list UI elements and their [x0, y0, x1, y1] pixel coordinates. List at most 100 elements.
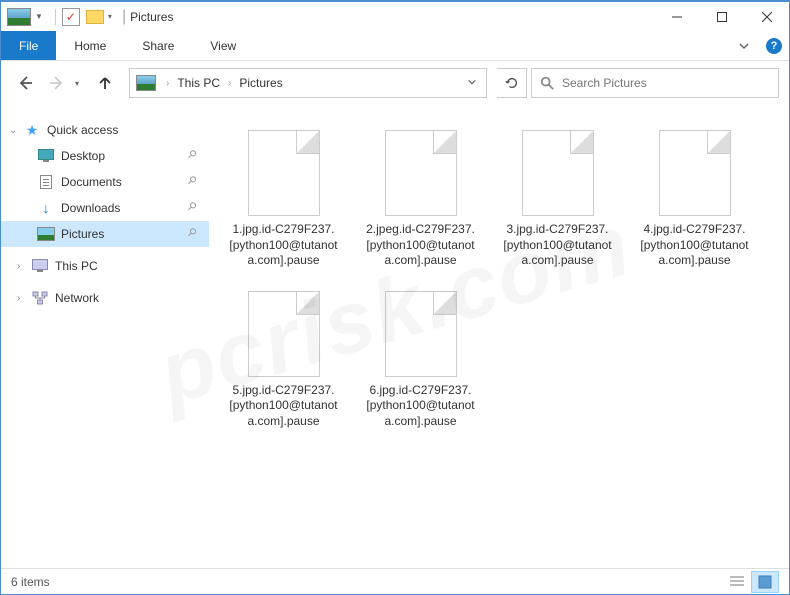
back-button[interactable] — [11, 69, 39, 97]
forward-button[interactable] — [43, 69, 71, 97]
tree-label: This PC — [55, 259, 201, 273]
file-item[interactable]: 3.jpg.id-C279F237.[python100@tutanota.co… — [495, 123, 620, 276]
file-icon — [522, 130, 594, 216]
refresh-button[interactable] — [497, 68, 527, 98]
expand-icon[interactable]: › — [17, 261, 31, 272]
arrow-up-icon — [97, 75, 113, 91]
file-list[interactable]: 1.jpg.id-C279F237.[python100@tutanota.co… — [209, 105, 789, 570]
app-menu-dropdown-icon[interactable]: ▼ — [35, 12, 43, 21]
large-icons-view-button[interactable] — [751, 571, 779, 593]
network-icon — [31, 290, 49, 306]
star-icon: ★ — [23, 122, 41, 138]
title-bar: ▼ ✓ ▾ | Pictures — [1, 1, 789, 31]
file-item[interactable]: 5.jpg.id-C279F237.[python100@tutanota.co… — [221, 284, 346, 437]
tree-network[interactable]: › Network — [1, 285, 209, 311]
tree-label: Downloads — [61, 201, 187, 215]
breadcrumb-this-pc[interactable]: This PC — [175, 72, 222, 94]
pin-icon: ⚲ — [184, 224, 203, 243]
expand-icon[interactable]: › — [17, 293, 31, 304]
title-separator: | — [122, 8, 126, 26]
minimize-button[interactable] — [654, 2, 699, 32]
tab-share[interactable]: Share — [124, 31, 192, 60]
navigation-pane: ⌄ ★ Quick access Desktop ⚲ Documents ⚲ ↓… — [1, 105, 209, 570]
file-item[interactable]: 6.jpg.id-C279F237.[python100@tutanota.co… — [358, 284, 483, 437]
close-icon — [762, 12, 772, 22]
help-button[interactable]: ? — [759, 31, 789, 60]
app-icon — [7, 8, 31, 26]
chevron-right-icon[interactable]: › — [222, 78, 237, 89]
status-bar: 6 items — [1, 568, 789, 594]
separator — [55, 9, 56, 25]
search-icon — [540, 76, 554, 90]
pin-icon: ⚲ — [184, 198, 203, 217]
file-item[interactable]: 1.jpg.id-C279F237.[python100@tutanota.co… — [221, 123, 346, 276]
details-view-button[interactable] — [723, 571, 751, 593]
up-button[interactable] — [91, 69, 119, 97]
breadcrumb-pictures[interactable]: Pictures — [237, 72, 284, 94]
file-item[interactable]: 2.jpeg.id-C279F237.[python100@tutanota.c… — [358, 123, 483, 276]
close-button[interactable] — [744, 2, 789, 32]
chevron-down-icon — [468, 78, 476, 86]
monitor-icon — [37, 148, 55, 164]
file-icon — [248, 130, 320, 216]
item-count: 6 items — [11, 575, 50, 589]
tree-label: Documents — [61, 175, 187, 189]
file-name: 3.jpg.id-C279F237.[python100@tutanota.co… — [502, 222, 613, 269]
file-menu[interactable]: File — [1, 31, 56, 60]
address-bar[interactable]: › This PC › Pictures — [129, 68, 487, 98]
address-dropdown[interactable] — [460, 78, 484, 89]
details-view-icon — [730, 575, 744, 589]
chevron-down-icon — [739, 41, 749, 51]
file-item[interactable]: 4.jpg.id-C279F237.[python100@tutanota.co… — [632, 123, 757, 276]
file-name: 4.jpg.id-C279F237.[python100@tutanota.co… — [639, 222, 750, 269]
tree-item-desktop[interactable]: Desktop ⚲ — [1, 143, 209, 169]
collapse-icon[interactable]: ⌄ — [9, 125, 23, 136]
location-icon — [136, 75, 156, 91]
tree-label: Quick access — [47, 123, 201, 137]
properties-button[interactable]: ✓ — [62, 8, 80, 26]
file-icon — [248, 291, 320, 377]
quick-access-toolbar: ▼ ✓ ▾ — [7, 8, 118, 26]
icons-view-icon — [758, 575, 772, 589]
tree-label: Network — [55, 291, 201, 305]
navigation-bar: ▾ › This PC › Pictures — [1, 61, 789, 105]
file-icon — [385, 291, 457, 377]
tree-item-downloads[interactable]: ↓ Downloads ⚲ — [1, 195, 209, 221]
main-content: ⌄ ★ Quick access Desktop ⚲ Documents ⚲ ↓… — [1, 105, 789, 570]
arrow-right-icon — [49, 75, 65, 91]
tree-item-pictures[interactable]: Pictures ⚲ — [1, 221, 209, 247]
recent-locations-dropdown[interactable]: ▾ — [75, 79, 87, 88]
document-icon — [37, 174, 55, 190]
file-name: 2.jpeg.id-C279F237.[python100@tutanota.c… — [365, 222, 476, 269]
file-name: 1.jpg.id-C279F237.[python100@tutanota.co… — [228, 222, 339, 269]
search-box[interactable] — [531, 68, 779, 98]
tree-label: Desktop — [61, 149, 187, 163]
tree-item-documents[interactable]: Documents ⚲ — [1, 169, 209, 195]
tab-home[interactable]: Home — [56, 31, 124, 60]
arrow-left-icon — [17, 75, 33, 91]
view-toggle — [723, 571, 779, 593]
ribbon-expand-button[interactable] — [729, 31, 759, 60]
file-name: 6.jpg.id-C279F237.[python100@tutanota.co… — [365, 383, 476, 430]
maximize-button[interactable] — [699, 2, 744, 32]
chevron-right-icon[interactable]: › — [160, 78, 175, 89]
window-controls — [654, 2, 789, 32]
qa-customize-dropdown-icon[interactable]: ▾ — [108, 12, 112, 21]
help-icon: ? — [766, 38, 782, 54]
new-folder-button[interactable] — [86, 10, 104, 24]
file-name: 5.jpg.id-C279F237.[python100@tutanota.co… — [228, 383, 339, 430]
picture-icon — [37, 226, 55, 242]
window-title: Pictures — [130, 10, 173, 24]
minimize-icon — [672, 12, 682, 22]
tree-label: Pictures — [61, 227, 187, 241]
tree-this-pc[interactable]: › This PC — [1, 253, 209, 279]
tab-view[interactable]: View — [192, 31, 254, 60]
tree-quick-access[interactable]: ⌄ ★ Quick access — [1, 117, 209, 143]
search-input[interactable] — [562, 76, 770, 90]
refresh-icon — [505, 76, 519, 90]
file-icon — [385, 130, 457, 216]
download-icon: ↓ — [37, 200, 55, 216]
pin-icon: ⚲ — [184, 172, 203, 191]
maximize-icon — [717, 12, 727, 22]
pc-icon — [31, 258, 49, 274]
